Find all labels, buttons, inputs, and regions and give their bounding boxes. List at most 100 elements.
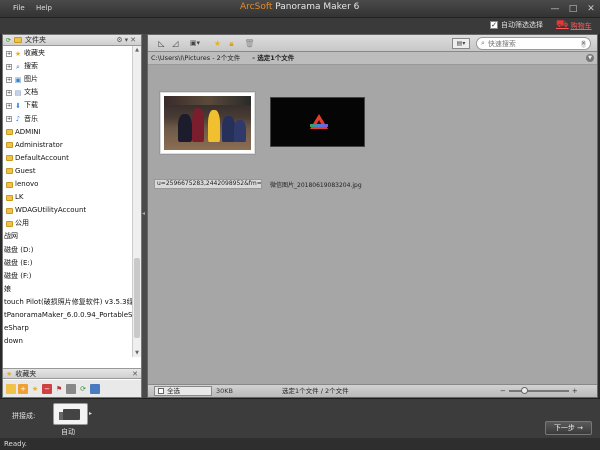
path-bar: C:\Users\I\Pictures - 2个文件 - 选定1个文件 ▼ (148, 52, 597, 65)
tree-item[interactable]: 磁盘 (E:) (4, 258, 32, 269)
stitch-label: 拼接成: (12, 412, 36, 420)
tree-item[interactable]: DefaultAccount (6, 153, 69, 164)
folder-icon (14, 37, 23, 43)
lock-icon[interactable]: 🔒︎ (226, 38, 237, 49)
tree-item[interactable]: + ▤ 文档 (6, 87, 38, 98)
tree-item[interactable]: Guest (6, 166, 36, 177)
autoselect-checkbox[interactable]: ✓ (490, 21, 498, 29)
tree-item[interactable]: eSharp (4, 323, 29, 334)
scroll-up-icon[interactable]: ▲ (133, 46, 141, 54)
rotate-left-icon[interactable]: ◺ (156, 38, 167, 49)
cart-link[interactable]: ⛟ 购物车 (556, 19, 592, 32)
tree-item[interactable]: WDAGUtilityAccount (6, 205, 86, 216)
tree-item-label: 搜索 (24, 62, 38, 71)
rotate-right-icon[interactable]: ◿ (170, 38, 181, 49)
thumbnail-1-caption[interactable]: u=2596675283,2442098952&fm=... (154, 179, 262, 189)
minimize-button[interactable]: — (548, 3, 562, 15)
chevron-right-icon[interactable]: ▸ (89, 410, 92, 417)
expand-icon[interactable]: + (6, 50, 12, 57)
tree-item[interactable]: + ⌕ 搜索 (6, 61, 38, 72)
tree-item[interactable]: + ★ 收藏夹 (6, 48, 45, 59)
tree-item[interactable]: + ▣ 图片 (6, 74, 38, 85)
refresh-icon[interactable]: ⟳ (6, 37, 11, 44)
image-icon[interactable] (66, 383, 76, 394)
refresh-icon[interactable]: ⟳ (78, 384, 88, 394)
music-icon: ♪ (15, 115, 21, 123)
zoom-handle[interactable] (520, 387, 528, 394)
tree-item[interactable]: 公用 (6, 218, 29, 229)
tree-item[interactable]: 战网 (4, 231, 18, 242)
search-icon: ⌕ (481, 39, 485, 47)
tree-item-label: 图片 (24, 75, 38, 84)
tree-item[interactable]: touch Pilot(破损照片修复软件) v3.5.3绿 (4, 297, 134, 308)
stitch-bar: 拼接成: ▸ 自动 下一步 → (0, 398, 600, 438)
tree-item[interactable]: lenovo (6, 179, 38, 190)
star-icon[interactable]: ★ (30, 384, 40, 394)
app-name: Panorama Maker 6 (275, 2, 360, 12)
panel-tools: ⚙▾✕ (116, 36, 138, 44)
app-title: ArcSoft Panorama Maker 6 (240, 2, 359, 12)
stitch-mode-label: 自动 (61, 428, 75, 436)
gear-icon[interactable]: ⚙ (116, 36, 124, 44)
select-all-checkbox[interactable] (158, 388, 164, 394)
tree-item-label: 公用 (15, 219, 29, 228)
select-all-label: 全选 (167, 387, 180, 395)
expand-icon[interactable]: + (6, 116, 12, 122)
close-icon[interactable]: ✕ (130, 36, 138, 44)
tree-item[interactable]: + ⬇ 下载 (6, 100, 38, 111)
scroll-thumb[interactable] (134, 258, 140, 338)
new-folder-icon[interactable]: + (18, 383, 28, 394)
search-input[interactable] (487, 39, 578, 48)
cart-label: 购物车 (570, 21, 592, 30)
tree-item[interactable]: down (4, 336, 23, 347)
tree-item[interactable]: tPanoramaMaker_6.0.0.94_PortableSo (4, 310, 137, 321)
scroll-down-icon[interactable]: ▼ (133, 349, 141, 357)
tree-item-label: lenovo (15, 180, 39, 188)
close-button[interactable]: ✕ (584, 3, 598, 15)
tree-item-label: 磁盘 (E:) (4, 258, 33, 267)
thumbnail-2-caption[interactable]: 微信图片_20180619083204.jpg (270, 180, 362, 189)
browser-toolbar: ◺ ◿ ▣▾ ★ 🔒︎ 🗑︎ ▤▾ ⌕ ✕ (148, 35, 597, 52)
folder-icon[interactable] (6, 383, 16, 394)
options-strip: ✓ 自动筛选选择 ⛟ 购物车 (0, 18, 600, 34)
stitch-mode-button[interactable] (53, 403, 88, 425)
expand-icon[interactable]: + (6, 89, 12, 96)
folder-panel-header: ⟳ 文件夹 ⚙▾✕ (3, 35, 141, 46)
image-menu-icon[interactable]: ▣▾ (186, 38, 204, 49)
next-button[interactable]: 下一步 → (545, 421, 592, 435)
expand-icon[interactable]: + (6, 102, 12, 109)
close-icon[interactable]: ✕ (132, 370, 138, 378)
tree-item[interactable]: 娘 (4, 284, 11, 295)
autoselect-toggle[interactable]: ✓ 自动筛选选择 (490, 20, 543, 30)
trash-icon[interactable]: 🗑︎ (244, 38, 255, 49)
tree-item-label: down (4, 337, 23, 346)
flag-icon[interactable]: ⚑ (54, 384, 64, 394)
picture-icon[interactable] (90, 383, 100, 394)
chevron-down-icon[interactable]: ▼ (586, 54, 594, 62)
clear-icon[interactable]: ✕ (580, 39, 586, 48)
tree-scrollbar[interactable]: ▲ ▼ (132, 46, 141, 357)
expand-icon[interactable]: + (6, 63, 12, 70)
arrow-right-icon: → (577, 424, 584, 432)
tree-item-label: 音乐 (24, 114, 38, 123)
maximize-button[interactable]: □ (566, 3, 580, 15)
expand-icon[interactable]: + (6, 76, 12, 83)
remove-icon[interactable]: − (42, 383, 52, 394)
zoom-slider[interactable] (508, 387, 569, 394)
tree-item[interactable]: Administrator (6, 140, 63, 151)
zoom-in-button[interactable]: + (572, 385, 578, 397)
view-mode-button[interactable]: ▤▾ (452, 38, 470, 49)
thumbnail-2[interactable] (270, 97, 365, 147)
tree-item[interactable]: LK (6, 192, 24, 203)
folder-icon (6, 220, 13, 227)
zoom-out-button[interactable]: − (500, 385, 506, 397)
star-icon[interactable]: ★ (212, 38, 223, 49)
tree-item[interactable]: ADMINI (6, 127, 41, 138)
tree-item[interactable]: 磁盘 (F:) (4, 271, 32, 282)
select-all-button[interactable]: 全选 (154, 386, 212, 396)
tree-item[interactable]: + ♪ 音乐 (6, 114, 38, 125)
tree-item[interactable]: 磁盘 (D:) (4, 245, 33, 256)
thumbnail-1[interactable] (160, 92, 255, 154)
menu-help[interactable]: Help (36, 4, 52, 12)
menu-file[interactable]: File (13, 4, 25, 12)
